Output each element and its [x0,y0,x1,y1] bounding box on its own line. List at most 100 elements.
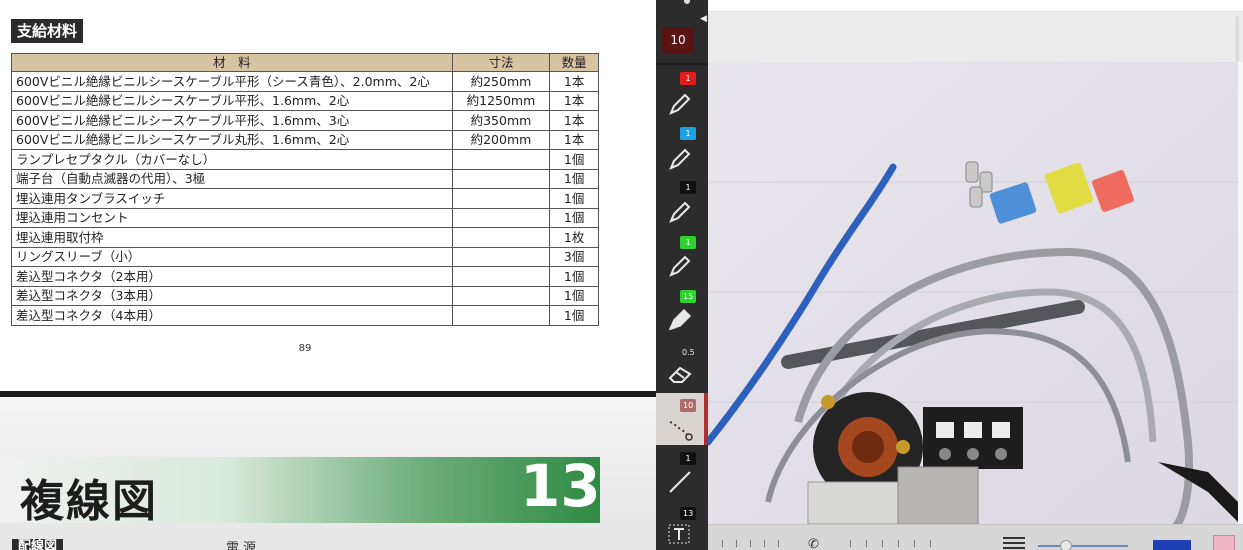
header-size: 寸法 [451,53,551,72]
section-title: 支給材料 [11,19,84,43]
cell-quantity: 1枚 [549,227,599,248]
cell-quantity: 1個 [549,266,599,287]
cell-material: 600Vビニル絶縁ビニルシースケーブル丸形、1.6mm、2心 [11,129,453,150]
stroke-size-indicator[interactable]: 10 [662,27,694,53]
toolbar-item-laser-pointer[interactable]: 10 [656,396,708,444]
line-size-badge: 1 [680,452,696,465]
cell-material: 端子台（自動点滅器の代用）、3極 [11,168,453,189]
cell-material: 埋込連用コンセント [11,207,453,228]
cell-quantity: 1個 [549,168,599,189]
eraser-size-badge: 0.5 [682,348,695,357]
cell-material: 差込型コネクタ（4本用） [11,305,453,326]
ruler-tick [914,540,915,547]
zoom-slider-track[interactable] [1038,545,1128,547]
cell-quantity: 1個 [549,207,599,228]
wiring-diagram-label: 配線図 [12,539,64,550]
table-row: 差込型コネクタ（2本用） 1個 [11,266,599,287]
zoom-slider-knob[interactable] [1060,540,1072,550]
pen-icon [669,255,691,277]
pink-color-swatch[interactable] [1213,535,1235,550]
ruler-tick [882,540,883,547]
cell-quantity: 1個 [549,285,599,306]
toolbar-item-highlighter[interactable]: 15 [656,289,708,341]
toolbar-item-text[interactable]: 13 [656,505,708,550]
ruler-tick [930,540,931,547]
table-row: 600Vビニル絶縁ビニルシースケーブル丸形、1.6mm、2心 約200mm 1本 [11,129,599,150]
highlighter-size-badge: 15 [680,290,697,303]
table-row: 差込型コネクタ（4本用） 1個 [11,305,599,326]
cell-material: 600Vビニル絶縁ビニルシースケーブル平形（シース青色）、2.0mm、2心 [11,71,453,92]
cell-material: ランプレセプタクル（カバーなし） [11,149,453,170]
pen-size-badge: 1 [680,72,696,85]
text-size-badge: 13 [680,507,697,520]
toolbar-separator [656,63,708,65]
cell-size [451,266,551,287]
cell-material: 600Vビニル絶縁ビニルシースケーブル平形、1.6mm、3心 [11,110,453,131]
cell-material: 埋込連用取付枠 [11,227,453,248]
cell-size [451,246,551,267]
cell-quantity: 1個 [549,305,599,326]
highlighter-icon [668,308,692,331]
cell-size: 約200mm [451,129,551,150]
cell-size [451,207,551,228]
scrollbar[interactable] [1235,16,1239,62]
table-row: 埋込連用コンセント 1個 [11,207,599,228]
cell-material: 差込型コネクタ（2本用） [11,266,453,287]
table-row: 埋込連用タンブラスイッチ 1個 [11,188,599,209]
table-row: 端子台（自動点滅器の代用）、3極 1個 [11,168,599,189]
phone-icon[interactable]: ✆ [808,537,819,550]
laser-pointer-icon [669,421,693,441]
toolbar-item-red-pen[interactable]: 1 [656,70,708,122]
toolbar-item-black-pen[interactable]: 1 [656,180,708,232]
ruler-tick [750,540,751,547]
pen-size-badge: 1 [680,236,696,249]
pen-icon [669,201,691,223]
cell-size [451,188,551,209]
toolbar-item-blue-pen[interactable]: 1 [656,125,708,177]
pen-icon [669,148,691,170]
menu-icon[interactable] [1003,537,1025,549]
cell-material: 埋込連用タンブラスイッチ [11,188,453,209]
camera-view [708,0,1243,550]
cell-size [451,305,551,326]
table-header-row: 材 料 寸法 数量 [11,53,599,72]
page-number: 89 [298,343,312,354]
cell-size: 約350mm [451,110,551,131]
cell-size: 約1250mm [451,90,551,111]
ruler-tick [736,540,737,547]
ruler-tick [866,540,867,547]
document-page: 支給材料 材 料 寸法 数量 600Vビニル絶縁ビニルシースケーブル平形（シース… [0,0,656,550]
pen-size-badge: 1 [680,181,696,194]
cell-material: 差込型コネクタ（3本用） [11,285,453,306]
line-icon [669,471,691,493]
table-row: 差込型コネクタ（3本用） 1個 [11,285,599,306]
cell-size [451,168,551,189]
toolbar-item-green-pen[interactable]: 1 [656,234,708,286]
toolbar-item-line[interactable]: 1 [656,450,708,502]
cell-size [451,285,551,306]
collapse-arrow-icon[interactable]: ◀ [700,14,707,24]
header-material: 材 料 [11,53,453,72]
pen-size-badge: 1 [680,127,696,140]
cell-material: 600Vビニル絶縁ビニルシースケーブル平形、1.6mm、2心 [11,90,453,111]
ruler-tick [722,540,723,547]
pen-icon [669,93,691,115]
blue-color-swatch[interactable] [1153,540,1191,550]
chapter-title: 複線図 [20,476,158,527]
cell-quantity: 3個 [549,246,599,267]
ruler-tick [850,540,851,547]
text-tool-icon [668,524,690,544]
header-quantity: 数量 [549,53,599,72]
toolbar-item-eraser[interactable]: 0.5 [656,344,708,390]
cell-size [451,149,551,170]
cell-quantity: 1個 [549,188,599,209]
cell-quantity: 1本 [549,129,599,150]
cell-size [451,227,551,248]
document-camera-image [708,62,1238,524]
ruler-tick [898,540,899,547]
ruler-tick [764,540,765,547]
camera-top-strip [708,0,1243,12]
laser-size-badge: 10 [680,399,697,412]
chapter-number: 13 [520,452,601,520]
table-row: 埋込連用取付枠 1枚 [11,227,599,248]
